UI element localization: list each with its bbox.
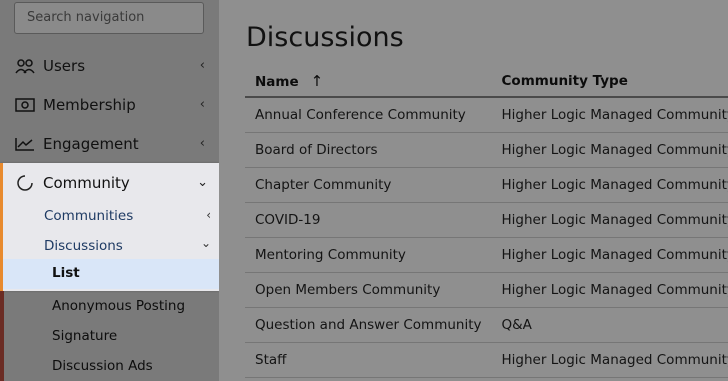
table-row[interactable]: COVID-19 Higher Logic Managed Community — [245, 202, 728, 238]
table-row[interactable]: Chapter Community Higher Logic Managed Co… — [245, 167, 728, 203]
chevron-left-icon: ‹ — [199, 136, 205, 151]
table-header-row: Name ↑ Community Type — [245, 66, 728, 98]
chevron-down-icon: ⌄ — [197, 175, 208, 190]
cell-name[interactable]: Question and Answer Community — [245, 307, 492, 343]
cell-name[interactable]: Staff — [245, 342, 492, 378]
cell-type: Higher Logic Managed Community — [491, 97, 728, 133]
membership-card-icon — [14, 97, 36, 112]
sidebar-item-community[interactable]: Community ⌄ — [3, 163, 219, 202]
table-row[interactable]: Mentoring Community Higher Logic Managed … — [245, 237, 728, 273]
chevron-left-icon: ‹ — [199, 58, 205, 73]
trend-chart-icon — [14, 137, 36, 151]
sidebar-item-list[interactable]: List — [3, 259, 219, 289]
table-row[interactable]: Staff Higher Logic Managed Community — [245, 342, 728, 378]
sub-label: Discussions — [44, 238, 123, 254]
cell-type: Higher Logic Managed Community — [491, 132, 728, 168]
cell-type: Higher Logic Managed Community — [491, 342, 728, 378]
search-input[interactable]: Search navigation — [14, 2, 204, 34]
table-row[interactable]: Annual Conference Community Higher Logic … — [245, 97, 728, 133]
sidebar-item-membership[interactable]: Membership ‹ — [0, 85, 219, 124]
sidebar-item-anonymous-posting[interactable]: Anonymous Posting — [52, 298, 185, 314]
sub-label: Communities — [44, 208, 134, 224]
table-row[interactable]: Question and Answer Community Q&A — [245, 307, 728, 343]
sub-label: List — [52, 265, 80, 281]
page-title: Discussions — [246, 22, 404, 53]
sort-ascending-icon[interactable]: ↑ — [311, 72, 324, 90]
sidebar-item-communities[interactable]: Communities — [44, 208, 133, 224]
cell-name[interactable]: Board of Directors — [245, 132, 492, 168]
cell-type: Higher Logic Managed Community — [491, 272, 728, 308]
sidebar-item-label: Engagement — [43, 134, 139, 153]
cell-name[interactable]: Annual Conference Community — [245, 97, 492, 133]
cell-name[interactable]: Chapter Community — [245, 167, 492, 203]
circle-icon — [14, 174, 36, 192]
sidebar-item-users[interactable]: Users ‹ — [0, 46, 219, 85]
users-icon — [14, 58, 36, 74]
column-header-community-type[interactable]: Community Type — [491, 66, 728, 98]
cell-type: Q&A — [491, 307, 728, 343]
cell-type: Higher Logic Managed Community — [491, 167, 728, 203]
chevron-left-icon: ‹ — [199, 97, 205, 112]
cell-name[interactable]: Mentoring Community — [245, 237, 492, 273]
sidebar-item-discussions[interactable]: Discussions — [44, 238, 123, 254]
sidebar-item-label: Users — [43, 56, 86, 75]
cell-name[interactable]: COVID-19 — [245, 202, 492, 238]
accent-strip — [0, 291, 4, 381]
main-content: Discussions Name ↑ Community Type Annual … — [219, 0, 728, 381]
column-header-name[interactable]: Name ↑ — [245, 66, 492, 98]
discussions-table: Name ↑ Community Type Annual Conference C… — [245, 66, 728, 378]
sidebar-item-label: Community — [43, 173, 130, 192]
sidebar-item-engagement[interactable]: Engagement ‹ — [0, 124, 219, 163]
sidebar: Search navigation Users ‹ Membership ‹ E… — [0, 0, 219, 381]
table-row[interactable]: Board of Directors Higher Logic Managed C… — [245, 132, 728, 168]
column-label: Name — [255, 74, 299, 90]
chevron-left-icon: ‹ — [206, 208, 211, 222]
chevron-down-icon: ⌄ — [200, 236, 211, 250]
community-panel: Community ⌄ Communities ‹ Discussions ⌄ … — [0, 163, 219, 291]
cell-name[interactable]: Open Members Community — [245, 272, 492, 308]
sidebar-item-label: Membership — [43, 95, 136, 114]
table-row[interactable]: Open Members Community Higher Logic Manag… — [245, 272, 728, 308]
sidebar-item-signature[interactable]: Signature — [52, 328, 117, 344]
sidebar-item-discussion-ads[interactable]: Discussion Ads — [52, 358, 153, 374]
cell-type: Higher Logic Managed Community — [491, 237, 728, 273]
cell-type: Higher Logic Managed Community — [491, 202, 728, 238]
